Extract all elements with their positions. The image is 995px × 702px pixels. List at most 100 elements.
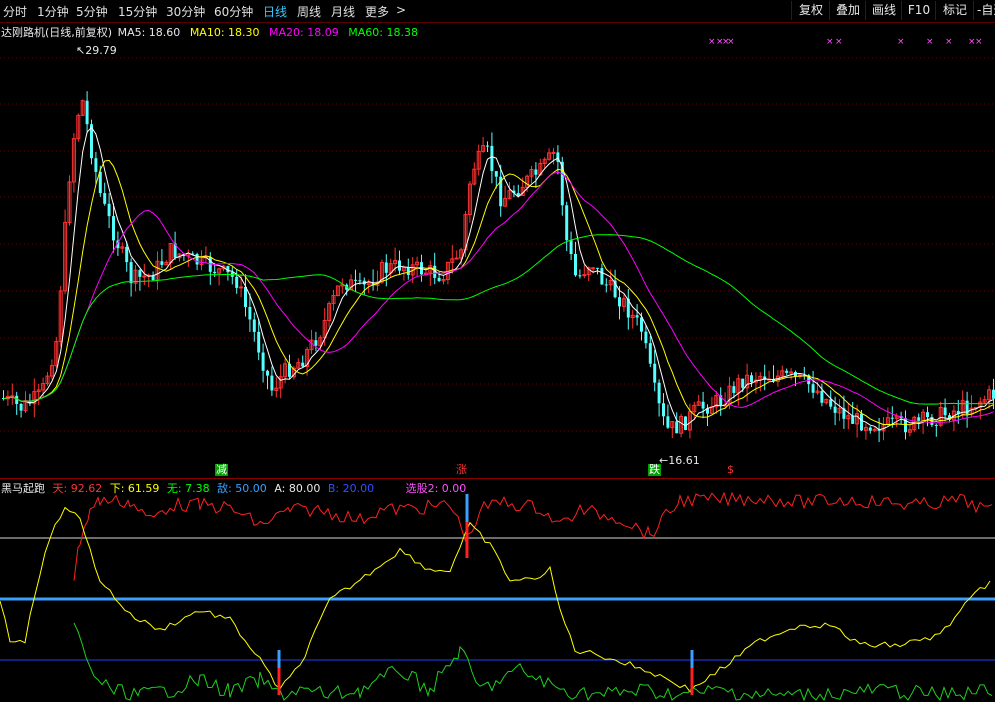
candle-body-down bbox=[257, 331, 261, 353]
candle-body-down bbox=[890, 417, 894, 419]
candle-body-down bbox=[662, 403, 665, 417]
panel-separator bbox=[0, 478, 995, 479]
candle-body-down bbox=[750, 375, 753, 383]
candle-body-down bbox=[565, 205, 569, 241]
candle-body-down bbox=[604, 284, 608, 286]
indicator-legend: 黑马起跑 天: 92.62 下: 61.59 无: 7.38 敌: 50.00 … bbox=[1, 480, 466, 496]
candle-body-down bbox=[860, 413, 863, 431]
tian-line bbox=[73, 491, 993, 581]
candle-body-down bbox=[494, 171, 498, 177]
candle-body-down bbox=[125, 246, 129, 263]
candle-body-down bbox=[406, 267, 410, 276]
indicator-name: 黑马起跑 bbox=[1, 482, 45, 495]
x-mark: × bbox=[975, 37, 983, 47]
candle-body-down bbox=[252, 319, 256, 332]
candle-body-down bbox=[195, 253, 199, 265]
candle-body-down bbox=[868, 427, 872, 431]
candle-body-down bbox=[600, 268, 604, 285]
low-price-annotation: ←16.61 bbox=[659, 454, 700, 467]
candle-body-down bbox=[653, 363, 657, 383]
candle-body-down bbox=[657, 382, 661, 404]
candle-body-down bbox=[833, 406, 837, 413]
candle-body-down bbox=[811, 384, 815, 393]
indicator-xuangu: 选股2: 0.00 bbox=[405, 482, 467, 495]
candle-body-down bbox=[85, 100, 89, 125]
candle-body-up bbox=[239, 286, 244, 289]
candle-body-down bbox=[94, 158, 98, 172]
kline-chart[interactable]: × ××× × × × × × × × bbox=[0, 0, 995, 702]
candle-body-down bbox=[314, 340, 318, 346]
candle-body-down bbox=[701, 401, 705, 409]
candle-body-down bbox=[569, 240, 573, 254]
candle-body-down bbox=[534, 169, 538, 175]
candle-body-down bbox=[354, 279, 357, 281]
x-mark: × bbox=[727, 37, 735, 47]
ma60-line bbox=[3, 234, 994, 405]
candle-body-down bbox=[785, 370, 789, 373]
signal-marker-dollar: $ bbox=[727, 463, 734, 476]
high-price-label: 29.79 bbox=[85, 44, 117, 57]
candle-body-down bbox=[741, 378, 745, 388]
candle-body-down bbox=[648, 343, 652, 364]
candle-body-down bbox=[138, 270, 142, 277]
x-mark: × bbox=[897, 37, 905, 47]
x-mark: × bbox=[708, 37, 716, 47]
candle-body-up bbox=[789, 371, 794, 374]
signal-marker-zhang: 涨 bbox=[455, 463, 468, 476]
wu-line bbox=[73, 622, 993, 702]
candle-body-down bbox=[917, 417, 921, 421]
candle-body-down bbox=[596, 267, 599, 269]
candle-body-down bbox=[516, 193, 520, 196]
indicator-lines bbox=[0, 491, 995, 702]
price-gridlines bbox=[0, 57, 995, 432]
candle-body-down bbox=[684, 416, 687, 430]
candle-body-down bbox=[261, 352, 265, 371]
candle-body-down bbox=[384, 262, 388, 273]
candle-body-down bbox=[675, 421, 679, 434]
high-price-annotation: ↖29.79 bbox=[76, 44, 117, 57]
candle-body-down bbox=[266, 370, 269, 376]
candle-body-down bbox=[112, 216, 115, 241]
x-mark: × bbox=[926, 37, 934, 47]
candle-body-down bbox=[851, 415, 855, 424]
signal-marker-die: 跌 bbox=[648, 463, 661, 476]
candle-body-up bbox=[142, 275, 147, 278]
candle-body-down bbox=[437, 277, 441, 281]
indicator-b: B: 20.00 bbox=[327, 482, 375, 495]
indicator-a: A: 80.00 bbox=[274, 482, 321, 495]
candle-body-down bbox=[644, 331, 648, 344]
indicator-di: 敌: 50.00 bbox=[217, 482, 267, 495]
top-x-marks: × ××× × × × × × × × bbox=[708, 37, 983, 47]
indicator-wu: 无: 7.38 bbox=[166, 482, 210, 495]
candle-body-up bbox=[582, 274, 587, 277]
candle-body-down bbox=[829, 399, 833, 407]
candle-body-down bbox=[618, 297, 621, 307]
high-arrow-icon: ↖ bbox=[76, 44, 86, 57]
candle-body-down bbox=[248, 306, 252, 320]
candle-body-up bbox=[454, 257, 459, 260]
candle-body-down bbox=[129, 262, 133, 284]
low-price-label: 16.61 bbox=[668, 454, 700, 467]
candle-body-down bbox=[103, 193, 107, 204]
ma10-line bbox=[3, 159, 994, 426]
candle-body-down bbox=[926, 412, 929, 418]
candle-body-down bbox=[358, 280, 362, 282]
candle-body-down bbox=[235, 276, 239, 288]
candle-body-down bbox=[640, 317, 643, 332]
candle-body-down bbox=[486, 145, 489, 147]
x-mark: × bbox=[826, 37, 834, 47]
candle-body-down bbox=[160, 261, 164, 265]
candle-body-down bbox=[270, 375, 274, 391]
signal-marker-jian: 减 bbox=[215, 463, 228, 476]
candle-body-down bbox=[574, 253, 577, 276]
x-mark: × bbox=[835, 37, 843, 47]
candle-body-down bbox=[107, 203, 111, 217]
candle-body-down bbox=[635, 315, 639, 318]
candle-body-down bbox=[732, 386, 736, 393]
candle-body-down bbox=[943, 407, 947, 416]
candle-body-up bbox=[551, 151, 556, 154]
candle-body-down bbox=[98, 171, 102, 194]
candle-body-down bbox=[934, 424, 938, 426]
indicator-xia: 下: 61.59 bbox=[109, 482, 160, 495]
candle-body-down bbox=[213, 271, 217, 274]
